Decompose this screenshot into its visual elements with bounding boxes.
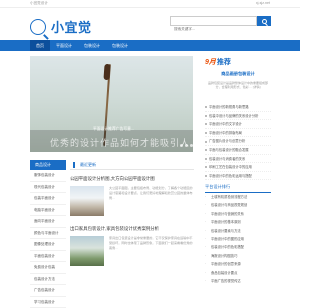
category-title: 商品设计 [30,160,66,170]
ranking-item[interactable]: ·食品包装设计要点 [205,269,271,277]
ranking-item-label: 平面广告的视觉传达 [211,279,241,283]
list-item[interactable]: 平面设计的新视角与新思路 [205,103,271,112]
latest-updates-title: 最近更新 [80,162,96,168]
ranking-item-label: 土壤有机质检测流程方法 [211,195,247,199]
article-description: 家具出口包装设计是非常重要的，它不仅保护家具在运输中不受损坏，同时也体现了品牌形… [109,236,194,251]
category-item[interactable]: 现代包装设计 [30,182,66,194]
top-bar-right-text[interactable]: xj-sjz.net [256,1,270,5]
ranking-item[interactable]: ·包装设计中的色彩搭配 [205,243,271,251]
logo-name: 小宜觉 [51,17,92,36]
ranking-item-label: 平面设计的基本原则 [211,220,241,224]
recommend-badge: 9月 推荐 [205,57,231,67]
ranking-item[interactable]: ·平面设计与营销的关系 [205,210,271,218]
ranking-item[interactable]: ·包装设计与商品视觉规划 [205,201,271,209]
nav-item-home[interactable]: 首页 [30,40,50,51]
article-thumbnail[interactable] [70,186,104,216]
ranking-item-label: 平面设计中的图形应用 [211,237,244,241]
ranking-item-label: 平面设计与营销的关系 [211,212,244,216]
nav-item-graphic-design[interactable]: 平面设计 [50,40,78,51]
category-item[interactable]: 电脑平面设计 [30,205,66,217]
ranking-item[interactable]: ·包装设计要素与方法 [205,227,271,235]
search-icon [262,19,267,24]
ranking-item-label: 包装设计中的色彩搭配 [211,245,244,249]
category-item[interactable]: 服饰包装设计 [30,170,66,182]
ranking-item-label: 平面设计的创意来源 [211,262,241,266]
banner-dot[interactable] [190,144,193,147]
site-logo[interactable]: 小宜觉 [30,17,92,36]
logo-search-icon [30,19,46,35]
search-button[interactable] [257,16,271,26]
ranking-item-label: 海报设计构图技巧 [211,254,237,258]
top-bar-left-text: 小宜觉设计 [30,1,48,6]
ranking-item-label: 包装设计与商品视觉规划 [211,203,247,207]
section-marker [73,162,75,168]
category-item[interactable]: 免费设计包装 [30,262,66,274]
list-item[interactable]: 包装中设计与品牌的关系设计分析 [205,112,271,121]
article-description: 大公园平面图，主要包括布局、功能划分，了解各个功能区的设计思路和设计要点，让我们… [109,186,194,201]
top-bar: 小宜觉设计 xj-sjz.net [0,0,300,8]
category-item[interactable]: 包装设计方法 [30,274,66,286]
category-box: 商品设计 服饰包装设计 现代包装设计 包装平面设计 电脑平面设计 面向平面设计 … [30,160,66,308]
recommend-tag-b: 推荐 [217,57,231,67]
ranking-item[interactable]: ·土壤有机质检测流程方法 [205,193,271,201]
article-title[interactable]: 出口家具包装设计,家具包装设计优秀案例分析 [70,226,159,232]
banner-dots[interactable] [180,144,193,147]
nav-item-packaging-design-2[interactable]: 包装设计 [106,40,134,51]
banner-image-seed [103,64,110,80]
category-item[interactable]: 平面包装设计 [30,251,66,263]
ranking-item[interactable]: ·平面设计的创意来源 [205,260,271,268]
latest-updates-header: 最近更新 [70,160,194,170]
latest-updates: 最近更新 [70,160,194,170]
list-item[interactable]: 平面与包装设计的融合发展 [205,146,271,155]
category-item[interactable]: 面向平面设计 [30,216,66,228]
category-item[interactable]: 广告包装设计 [30,285,66,297]
ranking-item-label: 包装设计要素与方法 [211,229,241,233]
category-item[interactable]: 图像处理设计 [30,239,66,251]
recommend-tag-a: 9月 [205,57,216,67]
ranking-item[interactable]: ·平面设计中的图形应用 [205,235,271,243]
category-item[interactable]: 颜色与平面设计 [30,228,66,240]
banner-dot[interactable] [180,144,183,147]
banner-caption-large: 优秀的设计作品如何才能吸引人 [50,136,190,149]
search-input[interactable] [171,25,256,33]
list-item[interactable]: 平面设计中的色彩运用与搭配 [205,172,271,181]
featured-description: 品牌包装设计是品牌整体设计中的重要组成部分，合理利用形式、色彩 ... [详情] [208,81,268,90]
list-item[interactable]: 平面设计中的排版布局 [205,129,271,138]
nav-item-packaging-design[interactable]: 包装设计 [78,40,106,51]
article-thumbnail[interactable] [70,236,104,266]
article-title[interactable]: 公园平面设计分析图,大方向公园平面设计图 [70,176,155,182]
banner-dot[interactable] [185,144,188,147]
ranking-title: 平台设计排行 [205,184,271,193]
list-item[interactable]: 印刷工艺在包装设计中的应用 [205,163,271,172]
ranking-item[interactable]: ·海报设计构图技巧 [205,252,271,260]
list-item[interactable]: 广告图片设计与创意分析 [205,137,271,146]
category-item[interactable]: 学习包装设计 [30,297,66,308]
right-article-list: 平面设计的新视角与新思路 包装中设计与品牌的关系设计分析 平面设计中的文字设计 … [205,103,271,180]
ranking-item[interactable]: ·平面广告的视觉传达 [205,277,271,285]
search-box[interactable] [170,16,257,26]
banner-caption-small[interactable]: 平面设计推荐广告写意... [93,127,134,132]
ranking-item-label: 食品包装设计要点 [211,271,237,275]
ranking-box: 平台设计排行 ·土壤有机质检测流程方法 ·包装设计与商品视觉规划 ·平面设计与营… [205,184,271,285]
main-nav: 首页 平面设计 包装设计 包装设计 [0,40,300,51]
list-item[interactable]: 包装设计与消费者的关系 [205,155,271,164]
featured-title[interactable]: 商品画册包装设计 [205,71,271,77]
category-item[interactable]: 包装平面设计 [30,193,66,205]
ranking-item[interactable]: ·平面设计的基本原则 [205,218,271,226]
banner-slider[interactable]: 平面设计推荐广告写意... 优秀的设计作品如何才能吸引人 [30,56,193,152]
list-item[interactable]: 平面设计中的文字设计 [205,120,271,129]
